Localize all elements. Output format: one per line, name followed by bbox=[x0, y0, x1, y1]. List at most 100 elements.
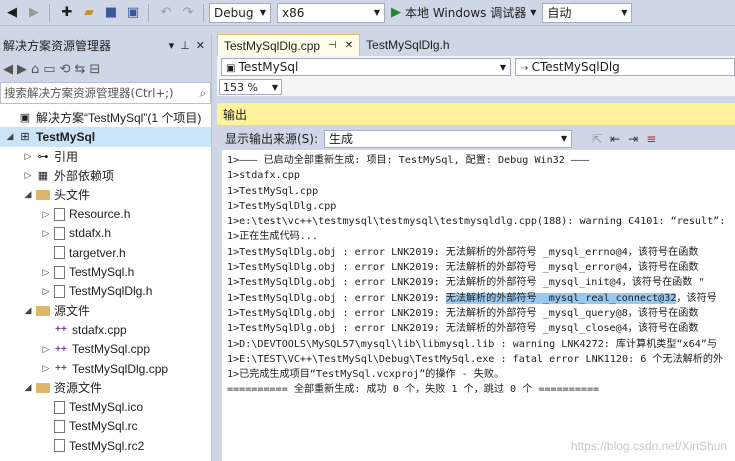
switch-views-icon[interactable]: ▭ bbox=[43, 62, 55, 77]
tree-item[interactable]: TestMySql.rc bbox=[0, 417, 211, 436]
tree-item[interactable]: ◢ 源文件 bbox=[0, 301, 211, 320]
tree-item[interactable]: ++ stdafx.cpp bbox=[0, 320, 211, 339]
expand-arrow-icon[interactable]: ▷ bbox=[40, 209, 52, 220]
home-icon[interactable]: ⌂ bbox=[31, 62, 39, 77]
tree-item[interactable]: ▣ 解决方案“TestMySql”(1 个项目) bbox=[0, 108, 211, 127]
output-text-area[interactable]: 1>——— 已启动全部重新生成: 项目: TestMySql, 配置: Debu… bbox=[222, 150, 735, 461]
forward-icon[interactable]: ▶ bbox=[17, 62, 27, 77]
output-line: 1>e:\test\vc++\testmysql\testmysql\testm… bbox=[227, 216, 732, 228]
find-message-icon[interactable]: ⇱ bbox=[592, 132, 602, 146]
output-line: 1>TestMySqlDlg.obj : error LNK2019: 无法解析… bbox=[227, 277, 705, 289]
expand-arrow-icon[interactable]: ▷ bbox=[40, 228, 52, 239]
output-line: 1>正在生成代码... bbox=[227, 231, 318, 243]
selected-text: 无法解析的外部符号 _mysql_real_connect@32 bbox=[445, 292, 677, 304]
collapse-all-icon[interactable]: ⊟ bbox=[89, 62, 100, 77]
start-debugging-button[interactable]: ▶ 本地 Windows 调试器 ▼ bbox=[391, 4, 536, 21]
tab-label: TestMySqlDlg.cpp bbox=[224, 38, 321, 53]
solution-config-select[interactable]: 自动 ▼ bbox=[542, 2, 633, 23]
tree-item[interactable]: TestMySql.ico bbox=[0, 397, 211, 416]
expand-arrow-icon[interactable]: ▷ bbox=[40, 286, 52, 297]
project-navigation-select[interactable]: ▣ TestMySql ▼ bbox=[221, 58, 511, 76]
chevron-down-icon: ▼ bbox=[530, 8, 537, 17]
tree-item[interactable]: ▷ ⊶ 引用 bbox=[0, 147, 211, 166]
output-line: ========== 全部重新生成: 成功 0 个，失败 1 个，跳过 0 个 … bbox=[227, 384, 600, 396]
previous-message-icon[interactable]: ⇤ bbox=[610, 132, 620, 146]
tree-item[interactable]: ▷ Resource.h bbox=[0, 204, 211, 223]
open-folder-icon[interactable]: ▰ bbox=[79, 3, 99, 23]
tree-item-label: TestMySql.ico bbox=[69, 400, 144, 415]
header-file-icon bbox=[54, 284, 65, 298]
collapse-arrow-icon[interactable]: ◢ bbox=[4, 131, 16, 142]
tree-item[interactable]: targetver.h bbox=[0, 243, 211, 262]
tree-item-label: 资源文件 bbox=[54, 381, 103, 396]
back-icon[interactable]: ◀ bbox=[2, 3, 22, 23]
output-line: 1>E:\TEST\VC++\TestMySql\Debug\TestMySql… bbox=[227, 353, 724, 365]
pin-icon[interactable]: ⊣ bbox=[328, 40, 337, 51]
dropdown-icon[interactable]: ▾ bbox=[169, 39, 175, 52]
solution-search-input[interactable]: 搜索解决方案资源管理器(Ctrl+;) ⌕ bbox=[0, 82, 211, 104]
class-navigation-select[interactable]: ⇢ CTestMySqlDlg bbox=[515, 58, 735, 76]
header-file-icon bbox=[54, 246, 65, 260]
history-icon[interactable]: ⟲ bbox=[60, 62, 71, 77]
save-all-icon[interactable]: ▣ bbox=[123, 3, 143, 23]
zoom-select[interactable]: 153 % ▼ bbox=[219, 79, 282, 95]
chevron-down-icon: ▼ bbox=[373, 8, 381, 17]
tree-item[interactable]: ▷ TestMySqlDlg.h bbox=[0, 282, 211, 301]
tree-item[interactable]: ▷ ++ TestMySql.cpp bbox=[0, 340, 211, 359]
expand-arrow-icon[interactable]: ▷ bbox=[40, 344, 52, 355]
chevron-down-icon: ▼ bbox=[499, 62, 507, 72]
collapse-arrow-icon[interactable]: ◢ bbox=[22, 189, 34, 200]
chevron-down-icon: ▼ bbox=[560, 134, 568, 143]
forward-icon[interactable]: ▶ bbox=[24, 3, 44, 23]
navigation-bar: ▣ TestMySql ▼ ⇢ CTestMySqlDlg bbox=[217, 56, 735, 78]
resource-file-icon bbox=[54, 439, 65, 453]
header-file-icon bbox=[54, 265, 65, 279]
next-message-icon[interactable]: ⇥ bbox=[628, 132, 638, 146]
tab-testmysqldlg-h[interactable]: TestMySqlDlg.h bbox=[360, 34, 456, 56]
tree-item[interactable]: ◢ 头文件 bbox=[0, 185, 211, 204]
tree-item[interactable]: ◢ 资源文件 bbox=[0, 378, 211, 397]
close-icon[interactable]: ✕ bbox=[196, 39, 205, 52]
tree-item[interactable]: ▷ ++ TestMySqlDlg.cpp bbox=[0, 359, 211, 378]
tree-item[interactable]: ▷ ▦ 外部依赖项 bbox=[0, 166, 211, 185]
new-project-icon[interactable]: ✚ bbox=[57, 3, 77, 23]
tree-item[interactable]: ▷ TestMySql.h bbox=[0, 262, 211, 281]
solution-explorer-title-bar: 解决方案资源管理器 ▾ ⊥ ✕ bbox=[0, 34, 211, 56]
tree-item-label: TestMySql.cpp bbox=[72, 342, 151, 357]
output-title: 输出 bbox=[223, 107, 248, 122]
back-icon[interactable]: ◀ bbox=[3, 62, 13, 77]
expand-arrow-icon[interactable]: ▷ bbox=[22, 151, 34, 162]
output-line: 1>TestMySqlDlg.obj : error LNK2019: 无法解析… bbox=[227, 323, 699, 335]
search-icon: ⌕ bbox=[199, 85, 206, 100]
redo-icon[interactable]: ↷ bbox=[178, 3, 198, 23]
solution-explorer-panel: 解决方案资源管理器 ▾ ⊥ ✕ ◀ ▶ ⌂ ▭ ⟲ ⇆ ⊟ 搜索解决方案资源管理… bbox=[0, 34, 212, 461]
nav-left-value: TestMySql bbox=[238, 60, 299, 74]
cpp-file-icon: ++ bbox=[55, 363, 67, 374]
close-icon[interactable]: ✕ bbox=[345, 40, 353, 51]
references-icon: ⊶ bbox=[37, 150, 49, 163]
tree-item[interactable]: ◢ ⊞ TestMySql bbox=[0, 127, 211, 147]
output-source-select[interactable]: 生成 ▼ bbox=[324, 129, 573, 148]
resource-file-icon bbox=[54, 419, 65, 433]
tree-item[interactable]: TestMySql.rc2 bbox=[0, 436, 211, 455]
save-icon[interactable]: ■ bbox=[101, 3, 121, 23]
expand-arrow-icon[interactable]: ▷ bbox=[40, 363, 52, 374]
tree-item-label: TestMySql.rc bbox=[69, 419, 138, 434]
pin-icon[interactable]: ⊥ bbox=[180, 39, 190, 52]
sync-icon[interactable]: ⇆ bbox=[74, 62, 85, 77]
output-line: 1>TestMySql.cpp bbox=[227, 185, 319, 197]
collapse-arrow-icon[interactable]: ◢ bbox=[22, 382, 34, 393]
platform-select[interactable]: x86 ▼ bbox=[277, 2, 385, 23]
undo-icon[interactable]: ↶ bbox=[156, 3, 176, 23]
chevron-down-icon: ▼ bbox=[621, 8, 628, 17]
clear-all-icon[interactable]: ≡ bbox=[646, 132, 656, 146]
tree-item[interactable]: ▷ stdafx.h bbox=[0, 224, 211, 243]
collapse-arrow-icon[interactable]: ◢ bbox=[22, 305, 34, 316]
run-label: 本地 Windows 调试器 bbox=[405, 6, 527, 20]
output-line: 1>TestMySqlDlg.obj : error LNK2019: 无法解析… bbox=[227, 292, 717, 304]
tab-testmysqldlg-cpp[interactable]: TestMySqlDlg.cpp ⊣ ✕ bbox=[217, 34, 361, 56]
configuration-select[interactable]: Debug ▼ bbox=[209, 2, 271, 23]
expand-arrow-icon[interactable]: ▷ bbox=[22, 170, 34, 181]
expand-arrow-icon[interactable]: ▷ bbox=[40, 267, 52, 278]
solution-explorer-toolbar: ◀ ▶ ⌂ ▭ ⟲ ⇆ ⊟ bbox=[0, 56, 211, 82]
